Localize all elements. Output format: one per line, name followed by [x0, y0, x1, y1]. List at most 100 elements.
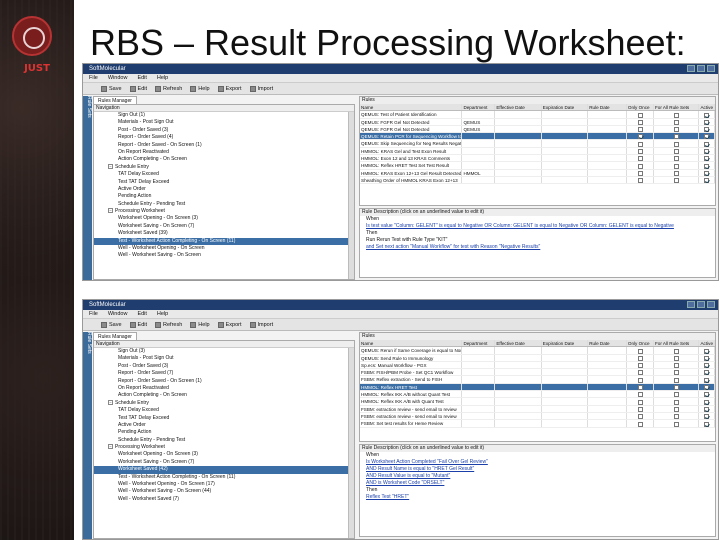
tree-item[interactable]: Schedule Entry - Pending Test	[94, 201, 354, 208]
tree-item[interactable]: Worksheet Saving - On Screen (7)	[94, 459, 354, 466]
for-all-checkbox[interactable]	[673, 363, 679, 369]
tree-item[interactable]: On Report Reactivated	[94, 385, 354, 392]
only-once-checkbox[interactable]	[637, 134, 643, 140]
column-header[interactable]: Name	[360, 340, 463, 347]
only-once-checkbox[interactable]	[637, 141, 643, 147]
for-all-checkbox[interactable]	[673, 163, 679, 169]
tree-item[interactable]: Materials - Post Sign Out	[94, 119, 354, 126]
tree-item[interactable]: − Schedule Entry	[94, 164, 354, 171]
tree-item[interactable]: Post - Order Saved (3)	[94, 127, 354, 134]
only-once-checkbox[interactable]	[637, 363, 643, 369]
active-checkbox[interactable]	[704, 377, 710, 383]
menu-item-window[interactable]: Window	[108, 74, 128, 82]
rule-condition-link[interactable]: AND is Worksheet Code "DRSELT"	[366, 480, 444, 486]
column-header[interactable]: Only Once	[627, 340, 654, 347]
table-row[interactable]: HMMOL: KRAS Exon 12+13 Gel Result Detect…	[360, 169, 715, 177]
table-row[interactable]: FSBM: FISH/PBM Probe - Set QC1 Workflow	[360, 369, 715, 377]
active-checkbox[interactable]	[704, 127, 710, 133]
refresh-button[interactable]: Refresh	[155, 85, 182, 92]
tree-item[interactable]: Post - Order Saved (3)	[94, 363, 354, 370]
tree-item[interactable]: TAT Delay Exceed	[94, 407, 354, 414]
tree-item[interactable]: Schedule Entry - Pending Test	[94, 437, 354, 444]
tree-item[interactable]: Action Completing - On Screen	[94, 156, 354, 163]
expand-toggle-icon[interactable]: −	[108, 399, 113, 405]
rule-condition-link[interactable]: AND Result Value is equal to "Mutant"	[366, 473, 450, 479]
active-checkbox[interactable]	[704, 156, 710, 162]
only-once-checkbox[interactable]	[637, 348, 643, 354]
for-all-checkbox[interactable]	[673, 355, 679, 361]
for-all-checkbox[interactable]	[673, 414, 679, 420]
table-row[interactable]: QEMUS: Send Rule to Immunology	[360, 354, 715, 362]
column-header[interactable]: Expiration Date	[542, 340, 589, 347]
table-row[interactable]: HMMOL: Reflex IKK A/B without Quant Test	[360, 391, 715, 399]
tree-item[interactable]: Well - Worksheet Saving - On Screen (44)	[94, 488, 354, 495]
active-checkbox[interactable]	[704, 163, 710, 169]
column-header[interactable]: Effective Date	[495, 340, 542, 347]
tree-item[interactable]: Test - Worksheet Action Completing - On …	[94, 474, 354, 481]
column-header[interactable]: Only Once	[627, 104, 654, 111]
tree-item[interactable]: − Processing Worksheet	[94, 208, 354, 215]
tree-item[interactable]: Sign Out (1)	[94, 112, 354, 119]
side-tab-rule-sets[interactable]: Rule Sets	[83, 96, 92, 280]
maximize-button[interactable]	[697, 301, 705, 308]
for-all-checkbox[interactable]	[673, 112, 679, 118]
for-all-checkbox[interactable]	[673, 421, 679, 427]
save-button[interactable]: Save	[101, 85, 122, 92]
tree-item[interactable]: Pending Action	[94, 429, 354, 436]
side-tab-rule-sets[interactable]: Rule Sets	[83, 332, 92, 539]
column-header[interactable]: Rule Date	[588, 104, 627, 111]
active-checkbox[interactable]	[704, 149, 710, 155]
only-once-checkbox[interactable]	[637, 399, 643, 405]
for-all-checkbox[interactable]	[673, 385, 679, 391]
for-all-checkbox[interactable]	[673, 149, 679, 155]
table-row[interactable]: QEMUS: Skip Sequencing for Neg Results N…	[360, 140, 715, 148]
only-once-checkbox[interactable]	[637, 355, 643, 361]
active-checkbox[interactable]	[704, 363, 710, 369]
only-once-checkbox[interactable]	[637, 385, 643, 391]
tree-item[interactable]: Active Order	[94, 422, 354, 429]
only-once-checkbox[interactable]	[637, 377, 643, 383]
menu-item-edit[interactable]: Edit	[137, 74, 146, 82]
only-once-checkbox[interactable]	[637, 127, 643, 133]
table-row[interactable]: HMMOL: Reflex HRET Test	[360, 383, 715, 392]
column-header[interactable]: Active	[699, 104, 715, 111]
only-once-checkbox[interactable]	[637, 112, 643, 118]
column-header[interactable]: Effective Date	[495, 104, 542, 111]
export-button[interactable]: Export	[217, 85, 242, 92]
tree-item[interactable]: Materials - Post Sign Out	[94, 355, 354, 362]
maximize-button[interactable]	[697, 65, 705, 72]
column-header[interactable]: Department	[462, 340, 496, 347]
for-all-checkbox[interactable]	[673, 406, 679, 412]
tree-item[interactable]: Worksheet Saved (42)	[94, 466, 354, 474]
table-row[interactable]: FSBM: extraction review - send email to …	[360, 412, 715, 421]
expand-toggle-icon[interactable]: −	[108, 163, 113, 169]
tree-item[interactable]: Report - Order Saved (7)	[94, 370, 354, 377]
only-once-checkbox[interactable]	[637, 149, 643, 155]
rule-condition-link[interactable]: Is Worksheet Action Completed "Fail Over…	[366, 459, 488, 465]
table-row[interactable]: QEMUS: FGFR Gel Not Detected QEMUS	[360, 118, 715, 126]
table-row[interactable]: FSBM: Reflex extraction - Send to FISH	[360, 376, 715, 384]
column-header[interactable]: Rule Date	[588, 340, 627, 347]
tree-item[interactable]: Well - Worksheet Saved (7)	[94, 496, 354, 503]
save-button[interactable]: Save	[101, 321, 122, 328]
active-checkbox[interactable]	[704, 134, 710, 140]
active-checkbox[interactable]	[704, 112, 710, 118]
tree-item[interactable]: Test TAT Delay Exceed	[94, 415, 354, 422]
only-once-checkbox[interactable]	[637, 421, 643, 427]
table-row[interactable]: Sp.ecs: Manual Workflow - PGX	[360, 361, 715, 370]
import-button[interactable]: Import	[249, 321, 273, 328]
for-all-checkbox[interactable]	[673, 134, 679, 140]
menu-item-file[interactable]: File	[89, 74, 98, 82]
table-row[interactable]: HMMOL: KRAS Gel and Test Exon Result	[360, 147, 715, 156]
close-button[interactable]	[707, 65, 715, 72]
tree-item[interactable]: Action Completing - On Screen	[94, 392, 354, 399]
only-once-checkbox[interactable]	[637, 414, 643, 420]
close-button[interactable]	[707, 301, 715, 308]
tree-item[interactable]: Test TAT Delay Exceed	[94, 179, 354, 186]
import-button[interactable]: Import	[249, 85, 273, 92]
refresh-button[interactable]: Refresh	[155, 321, 182, 328]
tab-rules-manager[interactable]: Rules Manager	[93, 96, 137, 104]
tree-item[interactable]: Worksheet Saving - On Screen (7)	[94, 223, 354, 230]
active-checkbox[interactable]	[704, 170, 710, 176]
table-row[interactable]: QEMUS: Retain PCR for Sequencing Workflo…	[360, 133, 715, 141]
